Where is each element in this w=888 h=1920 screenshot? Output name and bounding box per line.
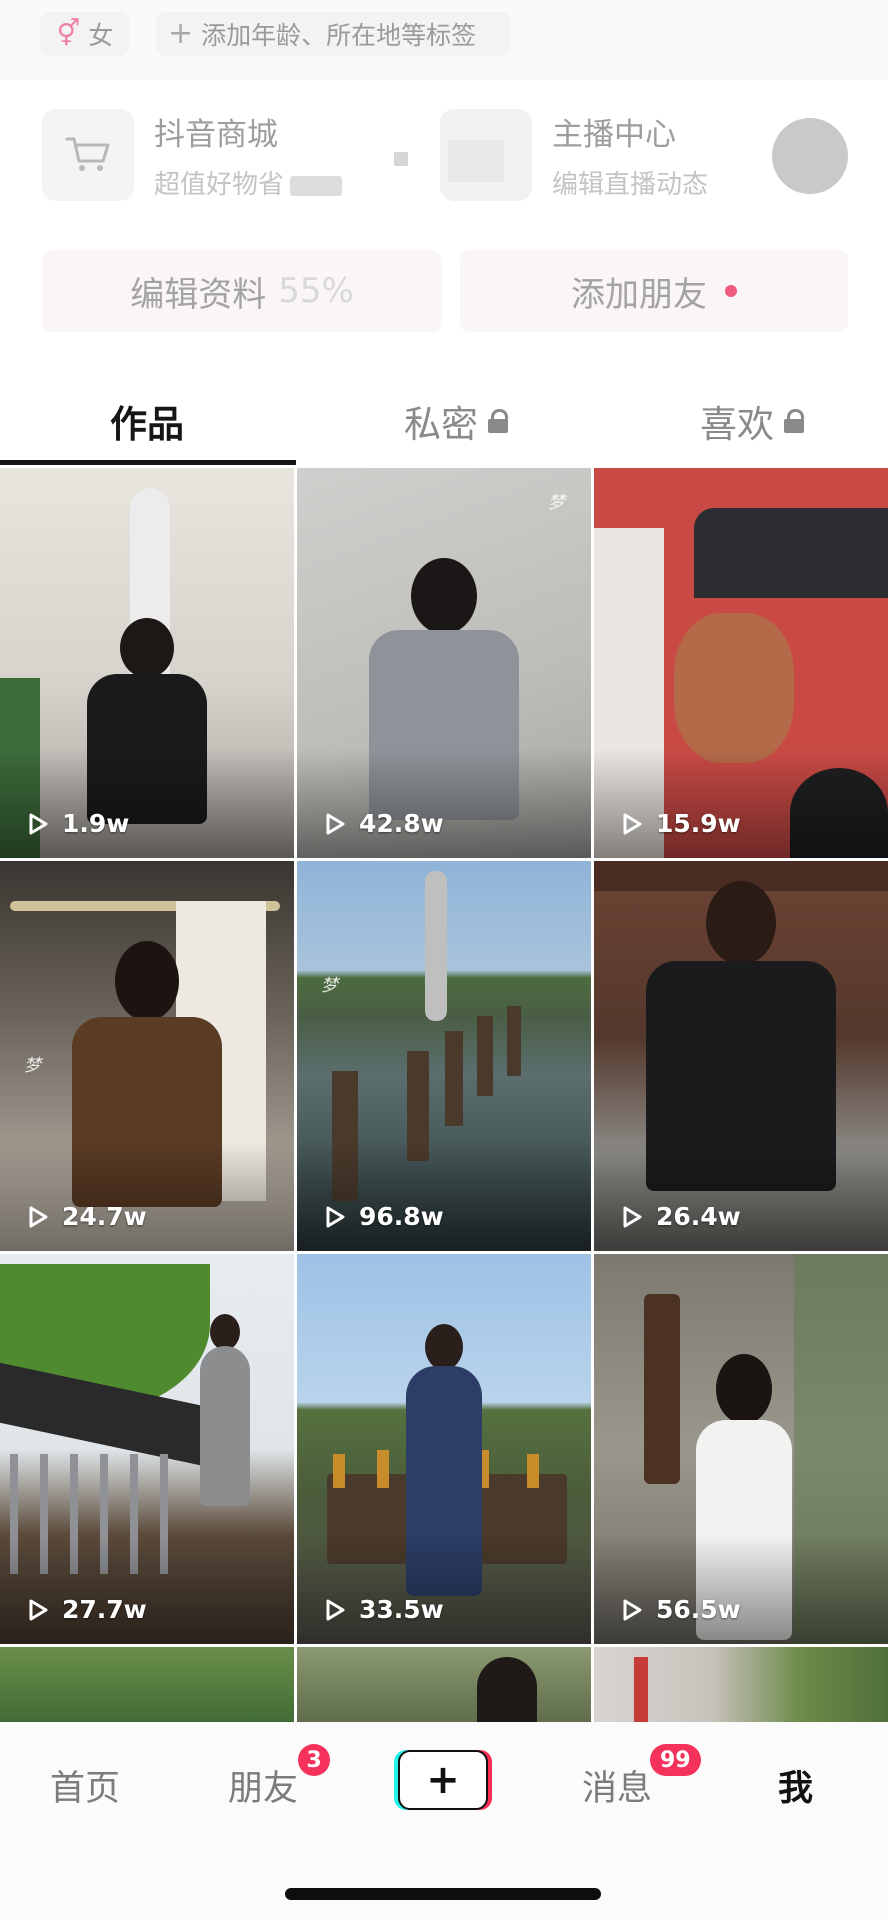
messages-badge: 99: [650, 1744, 701, 1776]
video-thumbnail[interactable]: 梦 96.8w: [297, 861, 591, 1251]
gender-label: 女: [88, 21, 114, 50]
video-thumbnail[interactable]: 1.9w: [0, 468, 294, 858]
view-count: 15.9w: [620, 809, 741, 838]
add-friends-button[interactable]: 添加朋友: [460, 250, 848, 332]
gender-female-icon: ⚥: [56, 19, 81, 49]
nav-me[interactable]: 我: [778, 1760, 813, 1811]
avatar[interactable]: [772, 118, 848, 194]
add-tags-label: 添加年龄、所在地等标签: [201, 21, 477, 50]
plus-icon: +: [168, 16, 194, 51]
tab-private-label: 私密: [404, 403, 478, 446]
play-icon: [326, 1206, 345, 1227]
video-thumbnail[interactable]: [594, 1647, 888, 1727]
play-icon: [29, 813, 48, 834]
view-count: 42.8w: [323, 809, 444, 838]
view-count: 1.9w: [26, 809, 129, 838]
edit-profile-label: 编辑资料: [130, 274, 267, 315]
edit-profile-button[interactable]: 编辑资料 55%: [42, 250, 442, 332]
friends-badge: 3: [298, 1744, 330, 1776]
play-icon: [29, 1599, 48, 1620]
profile-tabs: 作品 私密 喜欢: [0, 380, 888, 466]
create-button[interactable]: +: [394, 1750, 492, 1810]
add-friends-label: 添加朋友: [571, 274, 707, 315]
shopping-cart-icon: [42, 109, 134, 201]
play-icon: [326, 813, 345, 834]
tab-private[interactable]: 私密: [404, 394, 508, 448]
play-icon: [29, 1206, 48, 1227]
mall-subtitle: 超值好物省: [154, 164, 343, 201]
view-count: 33.5w: [323, 1595, 444, 1624]
plus-icon: +: [398, 1750, 488, 1810]
video-thumbnail[interactable]: 26.4w: [594, 861, 888, 1251]
add-tags-button[interactable]: + 添加年龄、所在地等标签: [156, 12, 511, 56]
anchor-center-icon: [440, 109, 532, 201]
video-thumbnail[interactable]: [0, 1647, 294, 1727]
lock-icon: [488, 409, 508, 433]
lock-icon: [784, 409, 804, 433]
tab-likes-label: 喜欢: [700, 403, 774, 446]
mall-title: 抖音商城: [154, 117, 278, 153]
video-thumbnail[interactable]: 梦 42.8w: [297, 468, 591, 858]
active-tab-indicator: [0, 460, 296, 465]
watermark: 梦: [548, 493, 565, 513]
watermark: 梦: [24, 1056, 41, 1076]
nav-friends[interactable]: 朋友: [228, 1760, 298, 1811]
tab-works-label: 作品: [110, 403, 184, 446]
gender-tag[interactable]: ⚥ 女: [40, 12, 130, 56]
video-thumbnail[interactable]: 56.5w: [594, 1254, 888, 1644]
profile-completion: 55%: [278, 271, 354, 311]
tab-likes[interactable]: 喜欢: [700, 394, 804, 448]
view-count: 24.7w: [26, 1202, 147, 1231]
tab-works[interactable]: 作品: [110, 394, 184, 448]
video-thumbnail[interactable]: 15.9w: [594, 468, 888, 858]
view-count: 96.8w: [323, 1202, 444, 1231]
view-count: 26.4w: [620, 1202, 741, 1231]
nav-messages[interactable]: 消息: [582, 1760, 652, 1811]
blurred-text: [290, 175, 343, 196]
nav-home[interactable]: 首页: [50, 1760, 120, 1811]
video-thumbnail[interactable]: 33.5w: [297, 1254, 591, 1644]
play-icon: [326, 1599, 345, 1620]
play-icon: [623, 1599, 642, 1620]
video-thumbnail[interactable]: 梦 24.7w: [0, 861, 294, 1251]
notification-dot: [725, 285, 737, 297]
play-icon: [623, 813, 642, 834]
profile-tag-row: ⚥ 女 + 添加年龄、所在地等标签: [0, 0, 888, 80]
view-count: 56.5w: [620, 1595, 741, 1624]
watermark: 梦: [321, 976, 338, 996]
pixelated-region: [394, 152, 408, 166]
anchor-subtitle: 编辑直播动态: [552, 170, 709, 200]
anchor-title: 主播中心: [552, 117, 676, 153]
play-icon: [623, 1206, 642, 1227]
video-thumbnail[interactable]: 27.7w: [0, 1254, 294, 1644]
home-indicator[interactable]: [285, 1888, 601, 1900]
view-count: 27.7w: [26, 1595, 147, 1624]
video-thumbnail[interactable]: [297, 1647, 591, 1727]
